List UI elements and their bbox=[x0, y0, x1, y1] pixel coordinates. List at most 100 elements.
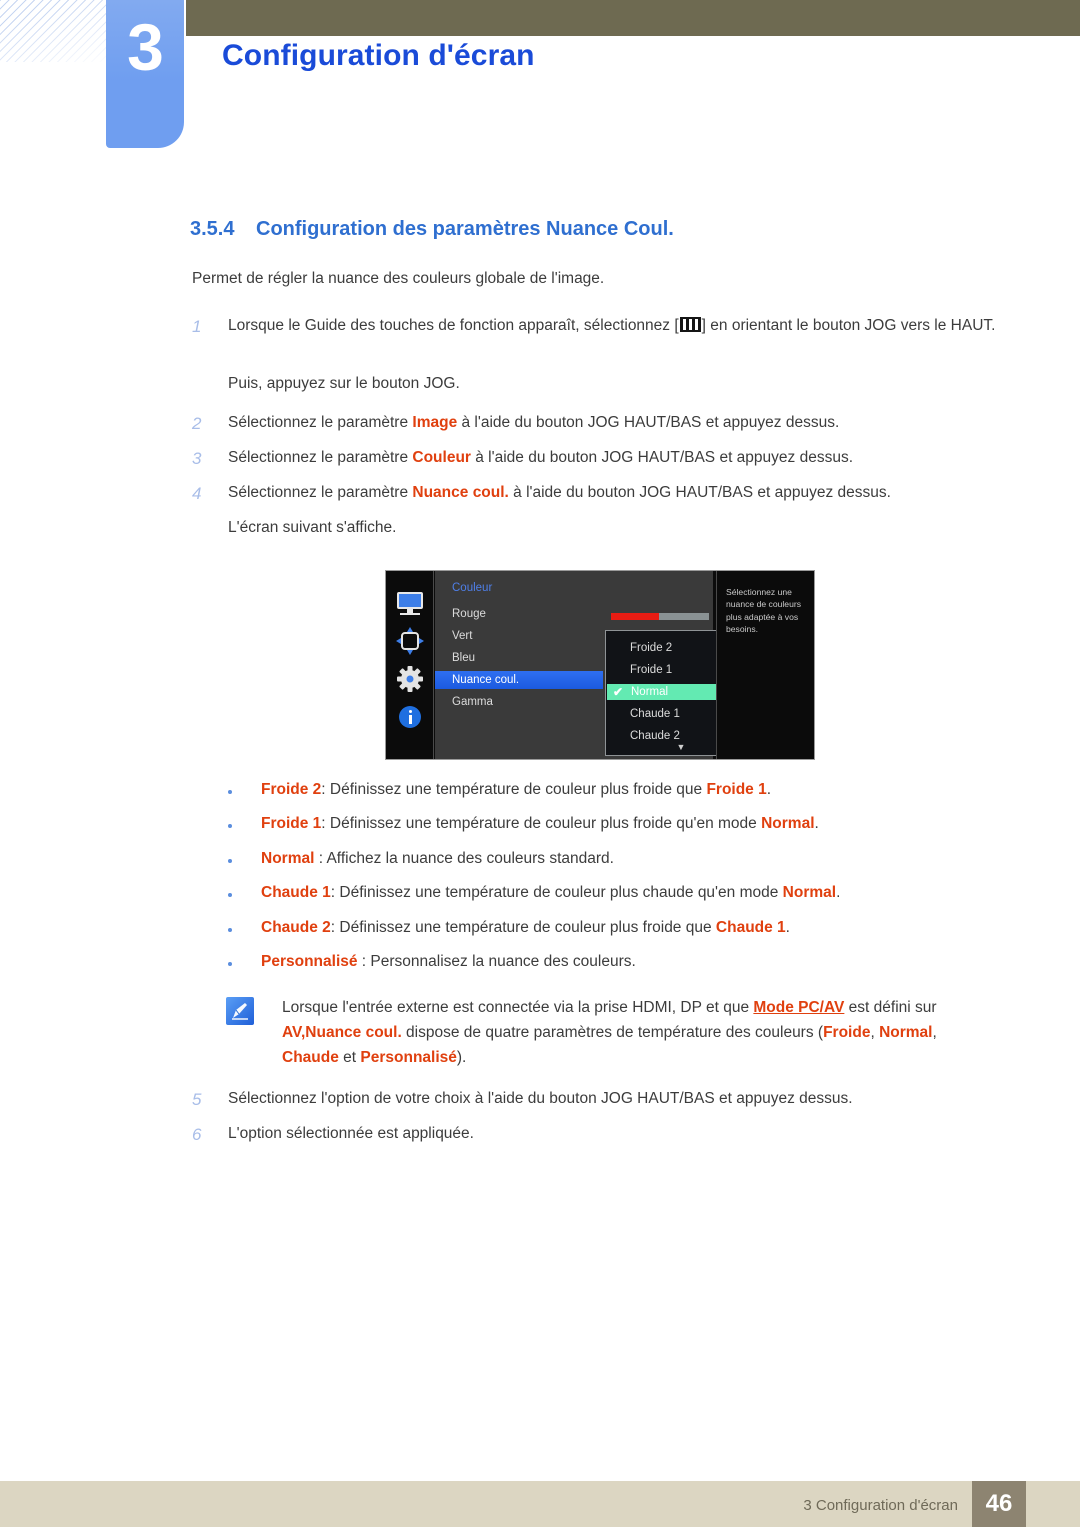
step-3-text-b: à l'aide du bouton JOG HAUT/BAS et appuy… bbox=[470, 449, 854, 466]
osd-description-text: Sélectionnez une nuance de couleurs plus… bbox=[726, 587, 802, 635]
dropdown-item-chaude-1[interactable]: Chaude 1 bbox=[630, 708, 680, 720]
footer-chapter-label: 3 Configuration d'écran bbox=[803, 1497, 958, 1514]
check-icon: ✔ bbox=[613, 685, 624, 699]
bullet-chaude-1: Chaude 1: Définissez une température de … bbox=[228, 884, 840, 902]
note-keyword-froide: Froide bbox=[823, 1024, 871, 1042]
step-3-number: 3 bbox=[192, 449, 202, 468]
dropdown-item-chaude-2[interactable]: Chaude 2 bbox=[630, 730, 680, 742]
note-text-e: , bbox=[870, 1024, 880, 1042]
bullet-dot bbox=[228, 962, 232, 966]
step-5-number: 5 bbox=[192, 1090, 202, 1109]
bullet-froide-1-keyword: Froide 1 bbox=[261, 815, 322, 832]
dropdown-item-froide-1[interactable]: Froide 1 bbox=[630, 664, 672, 676]
bullet-dot bbox=[228, 824, 232, 828]
note-box: Lorsque l'entrée externe est connectée v… bbox=[226, 995, 986, 1070]
chapter-title: Configuration d'écran bbox=[222, 39, 535, 72]
document-page: 3 Configuration d'écran 3.5.4 Configurati… bbox=[0, 0, 1080, 1527]
monitor-icon bbox=[395, 588, 425, 618]
bullet-chaude-1-text: : Définissez une température de couleur … bbox=[330, 884, 783, 901]
bullet-chaude-1-keyword2: Normal bbox=[782, 884, 837, 901]
step-4-number: 4 bbox=[192, 484, 202, 503]
step-4-text: Sélectionnez le paramètre Nuance coul. à… bbox=[228, 480, 1022, 505]
bullet-normal-keyword: Normal bbox=[261, 850, 315, 867]
note-keyword-chaude: Chaude bbox=[282, 1049, 339, 1067]
note-keyword-personnalise: Personnalisé bbox=[360, 1049, 457, 1067]
section-intro: Permet de régler la nuance des couleurs … bbox=[192, 270, 605, 287]
bullet-froide-2-end: . bbox=[766, 781, 772, 798]
step-4-keyword: Nuance coul. bbox=[412, 484, 509, 501]
bullet-dot bbox=[228, 893, 232, 897]
osd-item-nuance-coul[interactable]: Nuance coul. bbox=[435, 671, 603, 689]
step-4-text-b: à l'aide du bouton JOG HAUT/BAS et appuy… bbox=[508, 484, 891, 501]
step-5: 5 Sélectionnez l'option de votre choix à… bbox=[192, 1086, 1022, 1111]
step-4-note-text: L'écran suivant s'affiche. bbox=[228, 519, 397, 536]
bullet-froide-2-keyword: Froide 2 bbox=[261, 781, 322, 798]
bullet-froide-2-text: : Définissez une température de couleur … bbox=[321, 781, 707, 798]
osd-description-panel: Sélectionnez une nuance de couleurs plus… bbox=[716, 571, 814, 759]
page-number: 46 bbox=[972, 1481, 1026, 1527]
osd-menu-panel: Couleur Rouge Vert Bleu Nuance coul. Gam… bbox=[435, 571, 757, 759]
step-2-number: 2 bbox=[192, 414, 202, 433]
note-text-g: et bbox=[338, 1049, 361, 1067]
bullet-normal: Normal : Affichez la nuance des couleurs… bbox=[228, 850, 614, 868]
osd-menu-title: Couleur bbox=[452, 582, 493, 594]
step-5-text: Sélectionnez l'option de votre choix à l… bbox=[228, 1090, 853, 1107]
bullet-froide-2: Froide 2: Définissez une température de … bbox=[228, 781, 771, 799]
step-2-keyword: Image bbox=[412, 414, 458, 431]
osd-item-rouge[interactable]: Rouge bbox=[452, 608, 486, 620]
bullet-chaude-2-text: : Définissez une température de couleur … bbox=[330, 919, 716, 936]
step-4-text-a: Sélectionnez le paramètre bbox=[228, 484, 413, 501]
header-bar bbox=[186, 0, 1080, 36]
dropdown-item-normal-label: Normal bbox=[631, 686, 669, 698]
step-2: 2 Sélectionnez le paramètre Image à l'ai… bbox=[192, 410, 1022, 435]
bullet-personnalise-keyword: Personnalisé bbox=[261, 953, 358, 970]
note-text-f: , bbox=[932, 1024, 937, 1042]
osd-item-vert[interactable]: Vert bbox=[452, 630, 472, 642]
step-3-text: Sélectionnez le paramètre Couleur à l'ai… bbox=[228, 445, 1022, 470]
rouge-slider-fill bbox=[611, 613, 660, 620]
bullet-personnalise-text: : Personnalisez la nuance des couleurs. bbox=[357, 953, 636, 970]
step-4: 4 Sélectionnez le paramètre Nuance coul.… bbox=[192, 480, 1022, 505]
step-6: 6 L'option sélectionnée est appliquée. bbox=[192, 1121, 1022, 1146]
bullet-dot bbox=[228, 859, 232, 863]
rouge-slider[interactable] bbox=[611, 613, 709, 620]
navigate-icon bbox=[395, 626, 425, 656]
note-keyword-nuance-coul: Nuance coul. bbox=[305, 1024, 402, 1042]
bullet-normal-text: : Affichez la nuance des couleurs standa… bbox=[314, 850, 614, 867]
chapter-number: 3 bbox=[127, 10, 164, 84]
step-2-text: Sélectionnez le paramètre Image à l'aide… bbox=[228, 410, 1022, 435]
bullet-chaude-1-keyword: Chaude 1 bbox=[261, 884, 331, 901]
note-text-b: est défini sur bbox=[844, 999, 937, 1016]
bullet-froide-1-end: . bbox=[814, 815, 819, 832]
bullet-chaude-2-keyword2: Chaude 1 bbox=[715, 919, 786, 936]
bullet-froide-1: Froide 1: Définissez une température de … bbox=[228, 815, 819, 833]
section-number: 3.5.4 bbox=[190, 218, 235, 240]
section-title: Configuration des paramètres Nuance Coul… bbox=[256, 218, 674, 240]
bullet-froide-1-text: : Définissez une température de couleur … bbox=[321, 815, 762, 832]
bullet-chaude-2-end: . bbox=[785, 919, 790, 936]
info-icon bbox=[395, 702, 425, 732]
jog-menu-icon bbox=[679, 317, 701, 332]
note-text: Lorsque l'entrée externe est connectée v… bbox=[282, 995, 986, 1070]
note-text-d: dispose de quatre paramètres de températ… bbox=[401, 1024, 824, 1042]
bullet-dot bbox=[228, 928, 232, 932]
osd-item-bleu[interactable]: Bleu bbox=[452, 652, 475, 664]
note-text-a: Lorsque l'entrée externe est connectée v… bbox=[282, 999, 754, 1016]
step-1-text: Lorsque le Guide des touches de fonction… bbox=[228, 313, 1022, 338]
dropdown-item-froide-2[interactable]: Froide 2 bbox=[630, 642, 672, 654]
step-4-note: L'écran suivant s'affiche. bbox=[192, 515, 1022, 540]
note-pen-icon bbox=[226, 997, 254, 1025]
step-1-number: 1 bbox=[192, 317, 202, 336]
step-2-text-a: Sélectionnez le paramètre bbox=[228, 414, 413, 431]
step-1-text-b: ] en orientant le bouton JOG vers le HAU… bbox=[701, 317, 996, 334]
section-heading: 3.5.4 Configuration des paramètres Nuance… bbox=[190, 218, 674, 241]
step-3: 3 Sélectionnez le paramètre Couleur à l'… bbox=[192, 445, 1022, 470]
step-6-text: L'option sélectionnée est appliquée. bbox=[228, 1125, 474, 1142]
osd-screenshot: Couleur Rouge Vert Bleu Nuance coul. Gam… bbox=[385, 570, 815, 760]
bullet-froide-1-keyword2: Normal bbox=[761, 815, 815, 832]
note-text-h: ). bbox=[456, 1049, 467, 1067]
step-1-text-a: Lorsque le Guide des touches de fonction… bbox=[228, 317, 679, 334]
bullet-chaude-1-end: . bbox=[836, 884, 841, 901]
osd-item-gamma[interactable]: Gamma bbox=[452, 696, 493, 708]
bullet-froide-2-keyword2: Froide 1 bbox=[706, 781, 767, 798]
